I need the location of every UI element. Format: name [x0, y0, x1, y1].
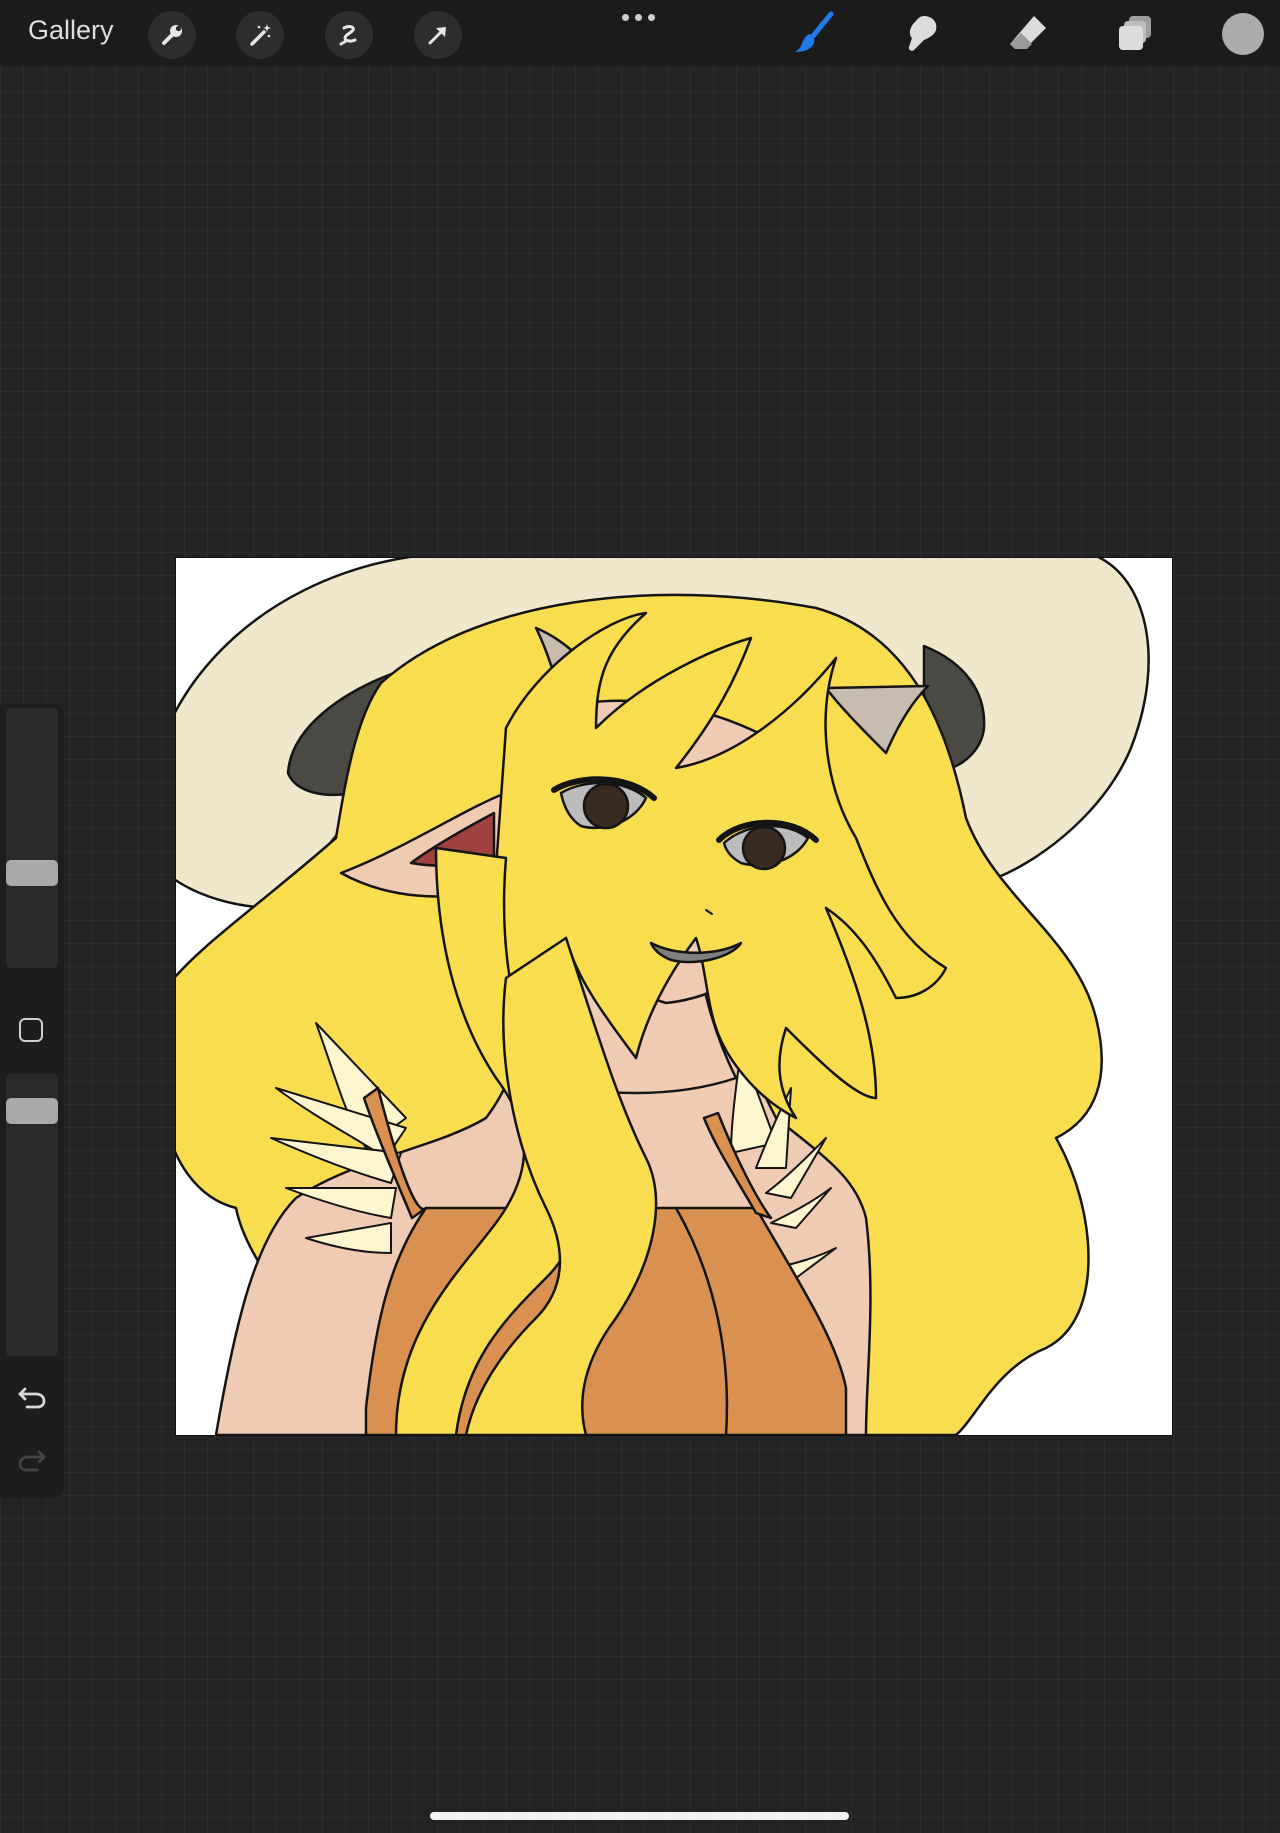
artwork	[176, 558, 1150, 1435]
dot	[622, 14, 629, 21]
redo-icon	[18, 1450, 46, 1472]
drawing-canvas[interactable]	[175, 557, 1173, 1436]
color-picker-button[interactable]	[1222, 13, 1264, 55]
top-toolbar: Gallery	[0, 0, 1280, 66]
adjustments-button[interactable]	[236, 11, 284, 59]
undo-icon	[18, 1387, 46, 1409]
opacity-handle[interactable]	[6, 1098, 58, 1124]
actions-button[interactable]	[148, 11, 196, 59]
selection-icon	[339, 25, 357, 46]
selection-button[interactable]	[325, 11, 373, 59]
wrench-icon	[162, 25, 182, 45]
transform-icon	[428, 27, 446, 45]
brush-size-slider[interactable]	[6, 708, 58, 968]
layers-button[interactable]	[1111, 10, 1161, 56]
left-sidebar	[0, 704, 64, 1498]
eraser-tool-button[interactable]	[1003, 10, 1053, 56]
eraser-icon	[1010, 16, 1046, 49]
modify-button[interactable]	[19, 1018, 43, 1042]
left-iris	[582, 782, 630, 830]
brush-tool-button[interactable]	[789, 10, 839, 56]
right-iris	[741, 825, 787, 871]
magic-wand-icon	[250, 24, 271, 46]
transform-button[interactable]	[414, 11, 462, 59]
smudge-icon	[908, 16, 937, 51]
layers-icon	[1119, 16, 1151, 50]
smudge-tool-button[interactable]	[896, 10, 946, 56]
dot	[648, 14, 655, 21]
gallery-button[interactable]: Gallery	[28, 15, 114, 46]
undo-button[interactable]	[14, 1380, 50, 1412]
more-options-button[interactable]	[622, 14, 655, 21]
redo-button[interactable]	[14, 1443, 50, 1475]
home-indicator[interactable]	[430, 1812, 849, 1820]
dot	[635, 14, 642, 21]
brush-icon	[795, 11, 834, 52]
brush-size-handle[interactable]	[6, 860, 58, 886]
